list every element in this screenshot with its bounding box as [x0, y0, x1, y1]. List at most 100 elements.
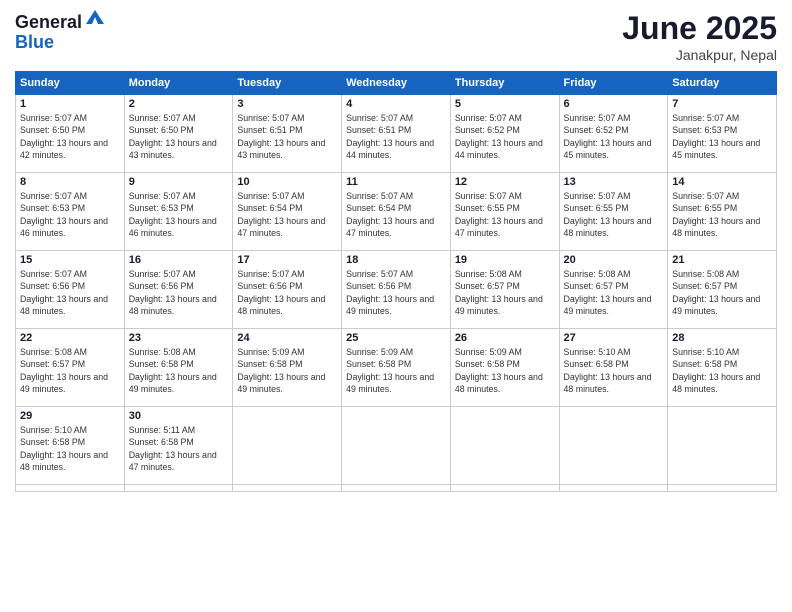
table-row: 21 Sunrise: 5:08 AMSunset: 6:57 PMDayligh… — [668, 251, 777, 329]
table-row — [342, 407, 451, 485]
day-number: 16 — [129, 254, 229, 266]
table-row: 20Sunrise: 5:08 AMSunset: 6:57 PMDayligh… — [559, 251, 668, 329]
day-info: Sunrise: 5:08 AMSunset: 6:57 PMDaylight:… — [672, 268, 772, 317]
table-row — [668, 485, 777, 492]
day-info: Sunrise: 5:08 AMSunset: 6:57 PMDaylight:… — [20, 346, 120, 395]
day-number: 20 — [564, 254, 664, 266]
day-info: Sunrise: 5:07 AMSunset: 6:56 PMDaylight:… — [237, 268, 337, 317]
day-number: 28 — [672, 332, 772, 344]
day-number: 17 — [237, 254, 337, 266]
day-number: 14 — [672, 176, 772, 188]
title-block: June 2025 Janakpur, Nepal — [622, 10, 777, 63]
title-location: Janakpur, Nepal — [622, 47, 777, 63]
day-number: 7 — [672, 98, 772, 110]
day-info: Sunrise: 5:07 AMSunset: 6:53 PMDaylight:… — [672, 112, 772, 161]
table-row: 8 Sunrise: 5:07 AMSunset: 6:53 PMDaylight… — [16, 173, 125, 251]
table-row: 24 Sunrise: 5:09 AMSunset: 6:58 PMDayligh… — [233, 329, 342, 407]
calendar-header-row: Sunday Monday Tuesday Wednesday Thursday… — [16, 72, 777, 95]
table-row: 18 Sunrise: 5:07 AMSunset: 6:56 PMDayligh… — [342, 251, 451, 329]
table-row: 6Sunrise: 5:07 AMSunset: 6:52 PMDaylight… — [559, 95, 668, 173]
day-number: 23 — [129, 332, 229, 344]
table-row: 27Sunrise: 5:10 AMSunset: 6:58 PMDayligh… — [559, 329, 668, 407]
table-row — [16, 485, 125, 492]
day-number: 22 — [20, 332, 120, 344]
header-thursday: Thursday — [450, 72, 559, 95]
header: General Blue June 2025 Janakpur, Nepal — [15, 10, 777, 63]
header-monday: Monday — [124, 72, 233, 95]
day-number: 21 — [672, 254, 772, 266]
day-info: Sunrise: 5:07 AMSunset: 6:53 PMDaylight:… — [20, 190, 120, 239]
table-row — [668, 407, 777, 485]
day-info: Sunrise: 5:10 AMSunset: 6:58 PMDaylight:… — [672, 346, 772, 395]
day-info: Sunrise: 5:07 AMSunset: 6:53 PMDaylight:… — [129, 190, 229, 239]
day-number: 1 — [20, 98, 120, 110]
day-number: 26 — [455, 332, 555, 344]
day-number: 18 — [346, 254, 446, 266]
header-saturday: Saturday — [668, 72, 777, 95]
table-row: 30Sunrise: 5:11 AMSunset: 6:58 PMDayligh… — [124, 407, 233, 485]
calendar-week-row: 8 Sunrise: 5:07 AMSunset: 6:53 PMDaylight… — [16, 173, 777, 251]
day-info: Sunrise: 5:07 AMSunset: 6:54 PMDaylight:… — [346, 190, 446, 239]
day-number: 24 — [237, 332, 337, 344]
day-number: 11 — [346, 176, 446, 188]
calendar-week-row: 15 Sunrise: 5:07 AMSunset: 6:56 PMDayligh… — [16, 251, 777, 329]
calendar-week-row: 22 Sunrise: 5:08 AMSunset: 6:57 PMDayligh… — [16, 329, 777, 407]
table-row — [233, 485, 342, 492]
day-number: 25 — [346, 332, 446, 344]
day-info: Sunrise: 5:08 AMSunset: 6:58 PMDaylight:… — [129, 346, 229, 395]
calendar-week-row: 29 Sunrise: 5:10 AMSunset: 6:58 PMDayligh… — [16, 407, 777, 485]
day-info: Sunrise: 5:09 AMSunset: 6:58 PMDaylight:… — [346, 346, 446, 395]
table-row: 16 Sunrise: 5:07 AMSunset: 6:56 PMDayligh… — [124, 251, 233, 329]
logo-general: General — [15, 12, 82, 32]
day-info: Sunrise: 5:08 AMSunset: 6:57 PMDaylight:… — [455, 268, 555, 317]
day-number: 3 — [237, 98, 337, 110]
day-number: 13 — [564, 176, 664, 188]
logo: General Blue — [15, 10, 106, 53]
header-tuesday: Tuesday — [233, 72, 342, 95]
day-info: Sunrise: 5:09 AMSunset: 6:58 PMDaylight:… — [455, 346, 555, 395]
table-row: 29 Sunrise: 5:10 AMSunset: 6:58 PMDayligh… — [16, 407, 125, 485]
page: General Blue June 2025 Janakpur, Nepal S… — [0, 0, 792, 612]
table-row — [124, 485, 233, 492]
day-number: 29 — [20, 410, 120, 422]
header-wednesday: Wednesday — [342, 72, 451, 95]
day-info: Sunrise: 5:10 AMSunset: 6:58 PMDaylight:… — [20, 424, 120, 473]
table-row — [450, 485, 559, 492]
day-info: Sunrise: 5:07 AMSunset: 6:55 PMDaylight:… — [455, 190, 555, 239]
calendar-week-row: 1 Sunrise: 5:07 AMSunset: 6:50 PMDaylight… — [16, 95, 777, 173]
table-row — [233, 407, 342, 485]
day-number: 30 — [129, 410, 229, 422]
table-row: 14Sunrise: 5:07 AMSunset: 6:55 PMDayligh… — [668, 173, 777, 251]
calendar-week-row — [16, 485, 777, 492]
day-info: Sunrise: 5:07 AMSunset: 6:50 PMDaylight:… — [20, 112, 120, 161]
table-row — [559, 407, 668, 485]
day-info: Sunrise: 5:07 AMSunset: 6:51 PMDaylight:… — [346, 112, 446, 161]
table-row: 25 Sunrise: 5:09 AMSunset: 6:58 PMDayligh… — [342, 329, 451, 407]
day-number: 19 — [455, 254, 555, 266]
day-info: Sunrise: 5:09 AMSunset: 6:58 PMDaylight:… — [237, 346, 337, 395]
day-number: 6 — [564, 98, 664, 110]
logo-icon — [84, 6, 106, 28]
day-number: 15 — [20, 254, 120, 266]
day-info: Sunrise: 5:07 AMSunset: 6:55 PMDaylight:… — [564, 190, 664, 239]
day-number: 12 — [455, 176, 555, 188]
header-friday: Friday — [559, 72, 668, 95]
day-number: 27 — [564, 332, 664, 344]
table-row: 4Sunrise: 5:07 AMSunset: 6:51 PMDaylight… — [342, 95, 451, 173]
day-number: 5 — [455, 98, 555, 110]
day-info: Sunrise: 5:07 AMSunset: 6:54 PMDaylight:… — [237, 190, 337, 239]
table-row: 17 Sunrise: 5:07 AMSunset: 6:56 PMDayligh… — [233, 251, 342, 329]
day-number: 8 — [20, 176, 120, 188]
day-number: 9 — [129, 176, 229, 188]
table-row: 7 Sunrise: 5:07 AMSunset: 6:53 PMDaylight… — [668, 95, 777, 173]
table-row: 10Sunrise: 5:07 AMSunset: 6:54 PMDayligh… — [233, 173, 342, 251]
table-row: 1 Sunrise: 5:07 AMSunset: 6:50 PMDaylight… — [16, 95, 125, 173]
day-number: 2 — [129, 98, 229, 110]
table-row: 13 Sunrise: 5:07 AMSunset: 6:55 PMDayligh… — [559, 173, 668, 251]
table-row: 3 Sunrise: 5:07 AMSunset: 6:51 PMDaylight… — [233, 95, 342, 173]
title-month: June 2025 — [622, 10, 777, 47]
day-info: Sunrise: 5:07 AMSunset: 6:56 PMDaylight:… — [129, 268, 229, 317]
day-info: Sunrise: 5:07 AMSunset: 6:56 PMDaylight:… — [346, 268, 446, 317]
day-info: Sunrise: 5:07 AMSunset: 6:51 PMDaylight:… — [237, 112, 337, 161]
table-row — [450, 407, 559, 485]
